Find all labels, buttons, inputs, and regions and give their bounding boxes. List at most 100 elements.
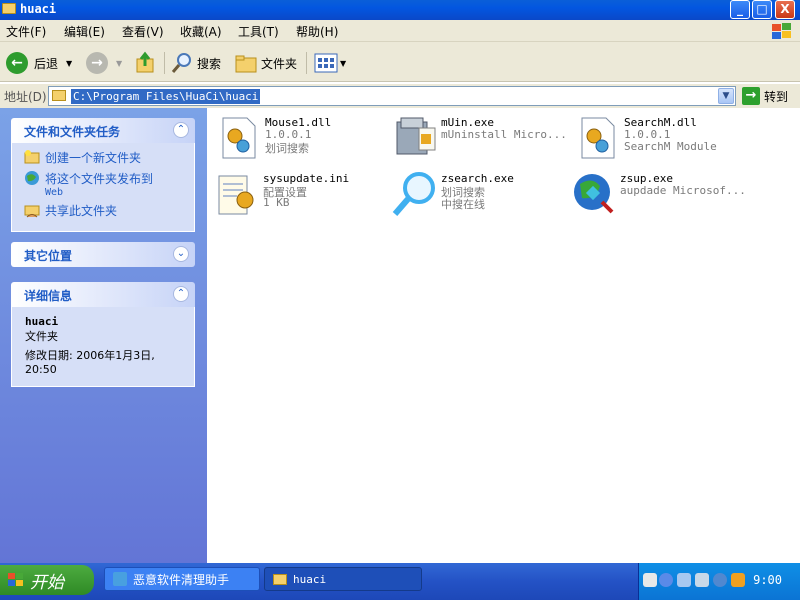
toolbar: ← 后退 ▼ → ▼ 搜索 文件夹 ▼ bbox=[0, 42, 800, 82]
address-path[interactable]: C:\Program Files\HuaCi\huaci bbox=[71, 89, 261, 104]
menu-help[interactable]: 帮助(H) bbox=[296, 23, 338, 40]
address-label: 地址(D) bbox=[4, 90, 47, 104]
menu-view[interactable]: 查看(V) bbox=[122, 23, 164, 40]
umbrella-icon[interactable] bbox=[731, 573, 745, 587]
shield-app-icon bbox=[113, 572, 127, 586]
views-icon bbox=[314, 53, 338, 73]
go-arrow-icon: → bbox=[742, 87, 760, 105]
dll-gear-icon bbox=[581, 117, 615, 159]
folders-label: 文件夹 bbox=[261, 56, 298, 71]
taskbar: 开始 恶意软件清理助手 huaci 9:00 bbox=[0, 563, 800, 600]
menu-bar: 文件(F) 编辑(E) 查看(V) 收藏(A) 工具(T) 帮助(H) bbox=[0, 20, 800, 42]
go-label: 转到 bbox=[764, 89, 789, 104]
menu-tools[interactable]: 工具(T) bbox=[238, 23, 279, 40]
task-label: 将这个文件夹发布到 bbox=[45, 172, 154, 186]
folder-icon bbox=[273, 573, 287, 585]
keyboard-icon[interactable] bbox=[643, 573, 657, 587]
close-button[interactable]: X bbox=[775, 0, 795, 19]
globe-icon bbox=[25, 171, 39, 185]
file-detail: 划词搜索 bbox=[265, 142, 309, 155]
search-button[interactable]: 搜索 bbox=[170, 50, 221, 76]
details-type: 文件夹 bbox=[25, 330, 58, 343]
up-folder-button[interactable] bbox=[134, 50, 158, 76]
views-button[interactable]: ▼ bbox=[314, 50, 346, 76]
collapse-icon[interactable]: ⌃ bbox=[173, 122, 189, 138]
magnifier-icon bbox=[392, 172, 435, 216]
file-item[interactable]: zsup.exe aupdade Microsof... bbox=[570, 170, 750, 222]
toolbar-separator bbox=[164, 52, 165, 74]
forward-arrow-icon: → bbox=[86, 52, 108, 74]
file-item[interactable]: Mouse1.dll 1.0.0.1 划词搜索 bbox=[215, 114, 395, 166]
panel-header[interactable]: 文件和文件夹任务 ⌃ bbox=[11, 118, 195, 143]
taskbar-item-label: huaci bbox=[293, 572, 327, 586]
address-dropdown-button[interactable]: ▼ bbox=[718, 88, 734, 104]
windows-logo-icon bbox=[8, 573, 24, 587]
file-detail: aupdade Microsof... bbox=[620, 184, 746, 197]
start-button[interactable]: 开始 bbox=[0, 565, 94, 595]
input-method-icon[interactable] bbox=[695, 573, 709, 587]
window-title: huaci bbox=[20, 2, 57, 16]
address-bar: 地址(D) C:\Program Files\HuaCi\huaci ▼ → 转… bbox=[0, 84, 800, 108]
folders-icon bbox=[235, 55, 257, 73]
search-label: 搜索 bbox=[197, 56, 222, 71]
system-tray: 9:00 bbox=[638, 563, 800, 600]
globe-app-icon bbox=[574, 174, 614, 214]
task-share-folder[interactable]: 共享此文件夹 bbox=[24, 202, 188, 219]
go-button[interactable]: → 转到 bbox=[742, 86, 788, 106]
taskbar-item-malware-cleaner[interactable]: 恶意软件清理助手 bbox=[104, 567, 260, 591]
panel-header[interactable]: 详细信息 ⌃ bbox=[11, 282, 195, 307]
start-label: 开始 bbox=[30, 572, 64, 593]
task-new-folder[interactable]: 创建一个新文件夹 bbox=[24, 149, 188, 166]
toolbar-separator bbox=[306, 52, 307, 74]
chevron-down-icon: ▼ bbox=[66, 58, 73, 68]
menu-edit[interactable]: 编辑(E) bbox=[64, 23, 105, 40]
task-pane: 文件和文件夹任务 ⌃ 创建一个新文件夹 将这个文件夹发布到 Web 共享此文件夹 bbox=[0, 108, 207, 563]
share-folder-icon bbox=[24, 205, 40, 218]
file-detail: 中搜在线 bbox=[441, 198, 485, 211]
file-item[interactable]: zsearch.exe 划词搜索 中搜在线 bbox=[391, 170, 571, 222]
details-modified: 修改日期: 2006年1月3日, 20:50 bbox=[25, 349, 155, 376]
app-tray-icon[interactable] bbox=[713, 573, 727, 587]
panel-title: 其它位置 bbox=[24, 249, 73, 263]
windows-logo-icon bbox=[770, 22, 792, 40]
back-button[interactable]: ← 后退 ▼ bbox=[6, 50, 72, 76]
details-name: huaci bbox=[25, 315, 59, 328]
details-panel: 详细信息 ⌃ huaci 文件夹 修改日期: 2006年1月3日, 20:50 bbox=[11, 282, 195, 387]
chevron-down-icon: ▼ bbox=[116, 58, 123, 68]
file-item[interactable]: SearchM.dll 1.0.0.1 SearchM Module bbox=[574, 114, 754, 166]
forward-button[interactable]: → ▼ bbox=[86, 50, 122, 76]
title-bar: huaci _ □ X bbox=[0, 0, 800, 20]
menu-favorites[interactable]: 收藏(A) bbox=[180, 23, 222, 40]
search-icon bbox=[171, 53, 191, 73]
address-input[interactable]: C:\Program Files\HuaCi\huaci ▼ bbox=[48, 86, 736, 106]
clock: 9:00 bbox=[753, 573, 782, 587]
panel-header[interactable]: 其它位置 ⌄ bbox=[11, 242, 195, 267]
dll-gear-icon bbox=[222, 117, 256, 159]
tray-expand-icon[interactable] bbox=[659, 573, 673, 587]
network-icon[interactable] bbox=[677, 573, 691, 587]
back-arrow-icon: ← bbox=[6, 52, 28, 74]
back-label: 后退 bbox=[34, 56, 59, 71]
chevron-down-icon: ▼ bbox=[340, 58, 347, 68]
taskbar-item-label: 恶意软件清理助手 bbox=[133, 572, 230, 587]
folder-icon bbox=[52, 90, 66, 101]
file-item[interactable]: sysupdate.ini 配置设置 1 KB bbox=[213, 170, 393, 222]
taskbar-item-huaci[interactable]: huaci bbox=[264, 567, 422, 591]
ini-file-icon bbox=[218, 175, 254, 215]
file-detail: 1 KB bbox=[263, 196, 290, 209]
panel-title: 文件和文件夹任务 bbox=[24, 125, 121, 139]
minimize-button[interactable]: _ bbox=[730, 0, 750, 19]
file-list: Mouse1.dll 1.0.0.1 划词搜索 mUin.exe mUninst… bbox=[207, 108, 800, 563]
menu-file[interactable]: 文件(F) bbox=[6, 23, 46, 40]
task-sub-label: Web bbox=[45, 187, 64, 198]
file-item[interactable]: mUin.exe mUninstall Micro... bbox=[391, 114, 571, 166]
maximize-button[interactable]: □ bbox=[752, 0, 772, 19]
task-publish-web[interactable]: 将这个文件夹发布到 Web bbox=[24, 170, 188, 198]
up-folder-icon bbox=[136, 51, 154, 73]
other-places-panel: 其它位置 ⌄ bbox=[11, 242, 195, 267]
expand-icon[interactable]: ⌄ bbox=[173, 246, 189, 262]
task-label: 共享此文件夹 bbox=[45, 204, 118, 218]
collapse-icon[interactable]: ⌃ bbox=[173, 286, 189, 302]
folders-button[interactable]: 文件夹 bbox=[234, 50, 297, 76]
panel-title: 详细信息 bbox=[24, 289, 73, 303]
